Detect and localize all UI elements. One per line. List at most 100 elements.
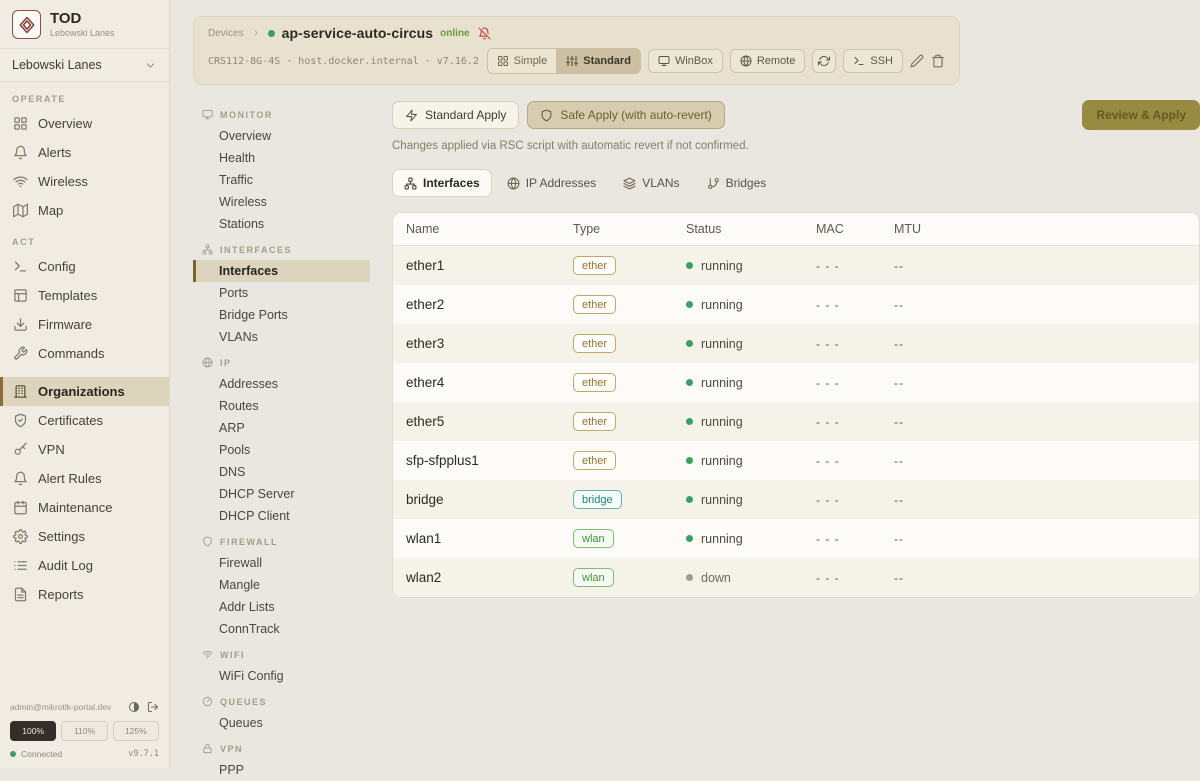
layout-icon	[13, 288, 28, 303]
mtu-value: --	[881, 259, 1199, 273]
zoom-125[interactable]: 125%	[113, 721, 159, 741]
device-nav-item-addr-lists[interactable]: Addr Lists	[193, 596, 370, 618]
device-nav-section-monitor: MONITOR	[193, 100, 370, 125]
status-label: running	[701, 298, 743, 312]
col-type: Type	[560, 222, 673, 236]
device-nav-item-health[interactable]: Health	[193, 147, 370, 169]
winbox-button[interactable]: WinBox	[648, 49, 723, 73]
sidebar-item-audit-log[interactable]: Audit Log	[0, 551, 169, 580]
calendar-icon	[13, 500, 28, 515]
device-nav-item-dhcp-client[interactable]: DHCP Client	[193, 505, 370, 527]
table-row-ether3[interactable]: ether3 ether running - - - --	[393, 324, 1199, 363]
device-nav-item-queues[interactable]: Queues	[193, 712, 370, 734]
table-row-wlan2[interactable]: wlan2 wlan down - - - --	[393, 558, 1199, 597]
sidebar-item-overview[interactable]: Overview	[0, 109, 169, 138]
device-controls: Simple Standard WinBox Remote	[487, 48, 945, 74]
mtu-value: --	[881, 571, 1199, 585]
device-nav-item-routes[interactable]: Routes	[193, 395, 370, 417]
sidebar-item-reports[interactable]: Reports	[0, 580, 169, 609]
org-selector[interactable]: Lebowski Lanes	[0, 49, 169, 82]
refresh-button[interactable]	[812, 49, 836, 73]
sidebar-item-config[interactable]: Config	[0, 252, 169, 281]
device-nav-item-dns[interactable]: DNS	[193, 461, 370, 483]
main-area: Devices ap-service-auto-circus online CR…	[170, 0, 1200, 768]
view-mode-standard[interactable]: Standard	[556, 49, 640, 73]
sidebar-item-vpn[interactable]: VPN	[0, 435, 169, 464]
table-row-ether1[interactable]: ether1 ether running - - - --	[393, 246, 1199, 285]
breadcrumb: Devices ap-service-auto-circus online	[208, 25, 945, 41]
device-nav-item-vlans[interactable]: VLANs	[193, 326, 370, 348]
device-nav-item-firewall[interactable]: Firewall	[193, 552, 370, 574]
device-nav-item-arp[interactable]: ARP	[193, 417, 370, 439]
globe-icon	[202, 357, 213, 368]
tab-interfaces[interactable]: Interfaces	[392, 169, 492, 197]
status-cell: running	[673, 493, 803, 507]
standard-apply-button[interactable]: Standard Apply	[392, 101, 519, 129]
device-nav-item-stations[interactable]: Stations	[193, 213, 370, 235]
breadcrumb-devices[interactable]: Devices	[208, 28, 244, 39]
remote-button[interactable]: Remote	[730, 49, 806, 73]
status-dot	[686, 379, 693, 386]
sliders-icon	[566, 55, 578, 67]
table-row-wlan1[interactable]: wlan1 wlan running - - - --	[393, 519, 1199, 558]
table-row-ether4[interactable]: ether4 ether running - - - --	[393, 363, 1199, 402]
sidebar-nav: OPERATE Overview Alerts Wireless Map ACT…	[0, 82, 169, 609]
sidebar-item-settings[interactable]: Settings	[0, 522, 169, 551]
table-row-sfp-sfpplus1[interactable]: sfp-sfpplus1 ether running - - - --	[393, 441, 1199, 480]
tab-ip-addresses[interactable]: IP Addresses	[495, 169, 609, 197]
device-nav-item-wifi-config[interactable]: WiFi Config	[193, 665, 370, 687]
device-nav-item-wireless[interactable]: Wireless	[193, 191, 370, 213]
sidebar-item-templates[interactable]: Templates	[0, 281, 169, 310]
zoom-100[interactable]: 100%	[10, 721, 56, 741]
type-badge: ether	[573, 334, 616, 353]
logout-icon[interactable]	[147, 701, 159, 713]
sidebar-item-certificates[interactable]: Certificates	[0, 406, 169, 435]
zoom-controls: 100%110% 125%	[10, 721, 159, 741]
sidebar-item-wireless[interactable]: Wireless	[0, 167, 169, 196]
zoom-110[interactable]: 110%	[61, 721, 107, 741]
brand-name: TOD	[50, 11, 115, 28]
org-selector-value: Lebowski Lanes	[12, 58, 102, 72]
delete-device-icon[interactable]	[931, 54, 945, 68]
sidebar-item-firmware[interactable]: Firmware	[0, 310, 169, 339]
device-nav-item-bridge-ports[interactable]: Bridge Ports	[193, 304, 370, 326]
device-nav-item-ppp[interactable]: PPP	[193, 759, 370, 781]
sidebar-item-maintenance[interactable]: Maintenance	[0, 493, 169, 522]
branch-icon	[707, 177, 720, 190]
device-nav-section-ip: IP	[193, 348, 370, 373]
status-cell: running	[673, 415, 803, 429]
edit-device-icon[interactable]	[910, 54, 924, 68]
list-icon	[13, 558, 28, 573]
device-nav-item-mangle[interactable]: Mangle	[193, 574, 370, 596]
account-row: admin@mikrotik-portal.dev	[10, 701, 159, 713]
device-nav-item-ports[interactable]: Ports	[193, 282, 370, 304]
review-apply-button[interactable]: Review & Apply	[1082, 100, 1200, 130]
device-nav-item-pools[interactable]: Pools	[193, 439, 370, 461]
sidebar-item-alerts[interactable]: Alerts	[0, 138, 169, 167]
safe-apply-button[interactable]: Safe Apply (with auto-revert)	[527, 101, 724, 129]
device-nav-item-traffic[interactable]: Traffic	[193, 169, 370, 191]
view-mode-simple[interactable]: Simple	[488, 49, 557, 73]
device-nav-item-interfaces[interactable]: Interfaces	[193, 260, 370, 282]
interface-name: ether1	[393, 258, 560, 273]
device-nav-item-addresses[interactable]: Addresses	[193, 373, 370, 395]
device-nav-item-dhcp-server[interactable]: DHCP Server	[193, 483, 370, 505]
table-row-ether5[interactable]: ether5 ether running - - - --	[393, 402, 1199, 441]
wifi-icon	[202, 649, 213, 660]
sidebar-item-map[interactable]: Map	[0, 196, 169, 225]
sidebar-item-alert-rules[interactable]: Alert Rules	[0, 464, 169, 493]
device-nav-item-overview[interactable]: Overview	[193, 125, 370, 147]
device-nav-item-conntrack[interactable]: ConnTrack	[193, 618, 370, 640]
tab-vlans[interactable]: VLANs	[611, 169, 691, 197]
theme-toggle-icon[interactable]	[128, 701, 140, 713]
ssh-button[interactable]: SSH	[843, 49, 903, 73]
table-row-bridge[interactable]: bridge bridge running - - - --	[393, 480, 1199, 519]
table-row-ether2[interactable]: ether2 ether running - - - --	[393, 285, 1199, 324]
sidebar-item-commands[interactable]: Commands	[0, 339, 169, 368]
bell-off-icon[interactable]	[478, 27, 491, 40]
tab-bridges[interactable]: Bridges	[695, 169, 779, 197]
sidebar-item-organizations[interactable]: Organizations	[0, 377, 169, 406]
mtu-value: --	[881, 337, 1199, 351]
status-dot	[686, 535, 693, 542]
file-text-icon	[13, 587, 28, 602]
